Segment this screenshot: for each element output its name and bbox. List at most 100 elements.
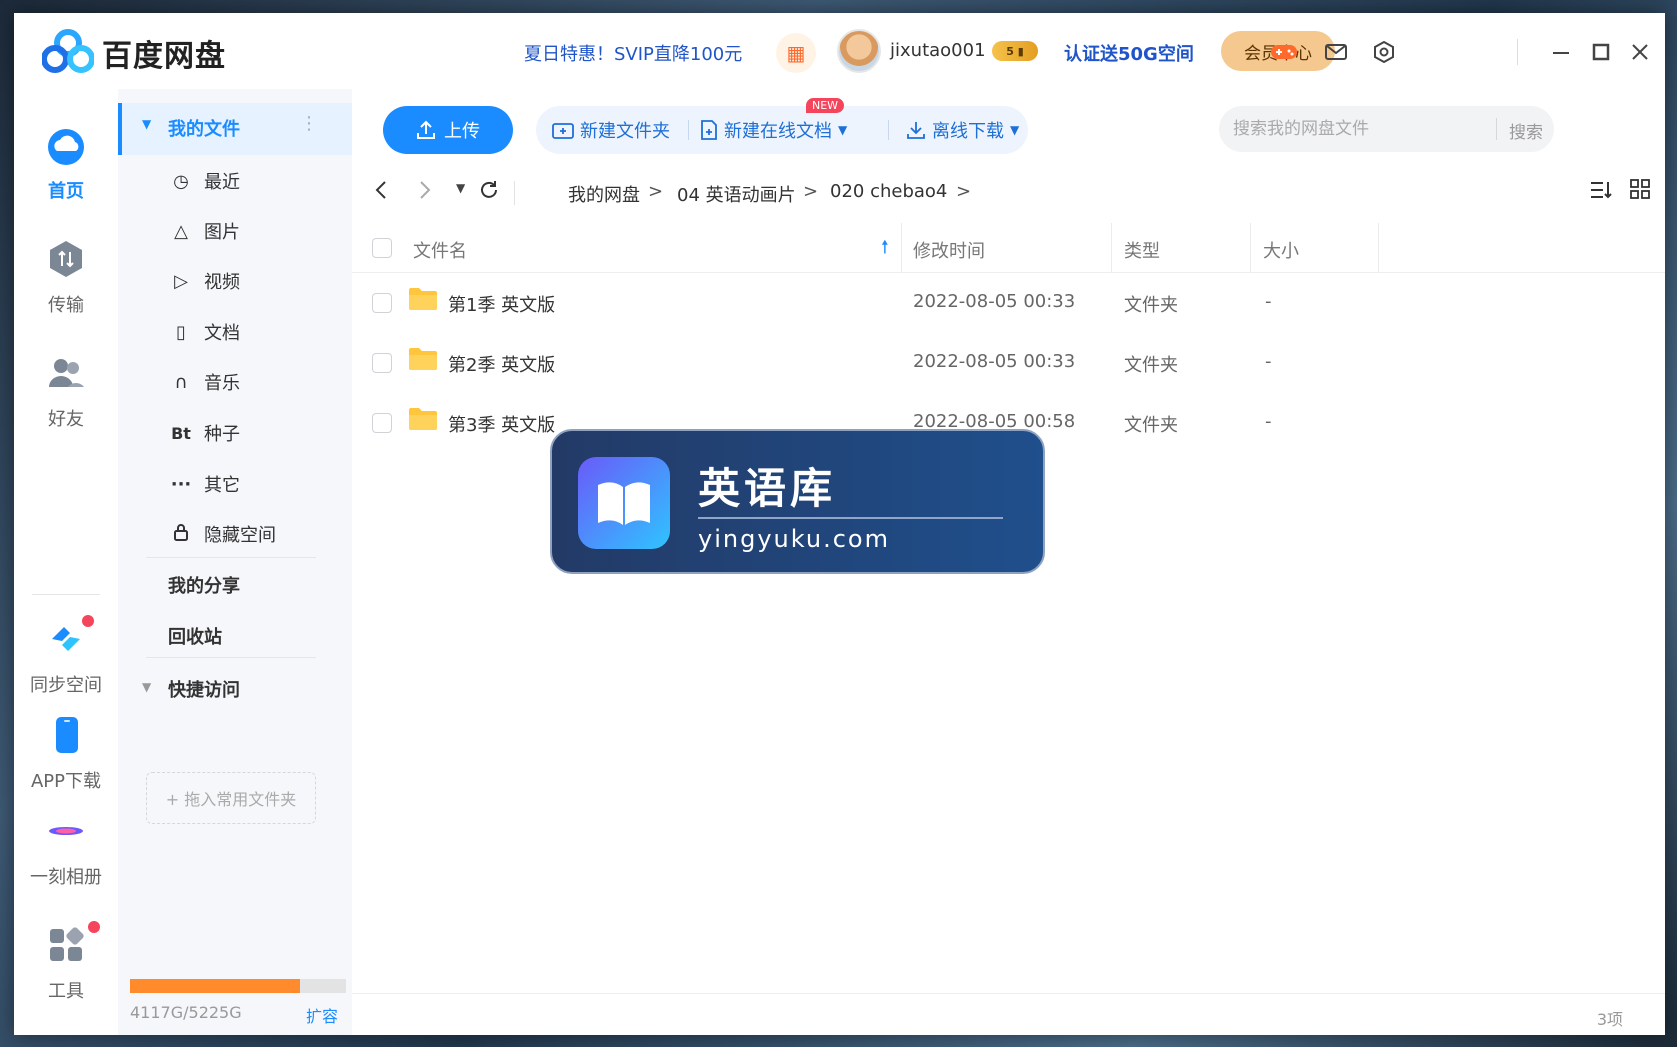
refresh-icon[interactable] [478, 179, 500, 207]
sidebar-item-recycle-bin[interactable]: 回收站 [168, 623, 222, 649]
minimize-icon[interactable] [1546, 37, 1576, 67]
rail-item-transfer[interactable]: 传输 [14, 239, 118, 317]
table-row[interactable]: 第1季 英文版 2022-08-05 00:33 文件夹 - [352, 273, 1665, 333]
breadcrumb-separator: > [803, 181, 819, 202]
username[interactable]: jixutao001 [890, 40, 986, 61]
tools-icon [50, 927, 84, 961]
column-header-size[interactable]: 大小 [1263, 237, 1299, 263]
gamepad-icon[interactable] [1269, 37, 1299, 67]
sidebar-item-videos[interactable]: ▷ 视频 [118, 256, 352, 306]
more-options-icon[interactable]: ⋮ [300, 113, 318, 134]
row-checkbox[interactable] [372, 353, 392, 373]
chevron-down-icon: ▼ [838, 123, 848, 137]
verify-promo-link[interactable]: 认证送50G空间 [1064, 40, 1194, 66]
rail-label-transfer: 传输 [48, 295, 84, 316]
forward-icon[interactable] [418, 179, 432, 207]
breadcrumb-item[interactable]: 04 英语动画片 [677, 181, 796, 207]
more-icon: ··· [170, 473, 192, 495]
back-icon[interactable] [374, 179, 388, 207]
column-divider[interactable] [1250, 223, 1251, 273]
download-icon [907, 122, 925, 139]
table-row[interactable]: 第2季 英文版 2022-08-05 00:33 文件夹 - [352, 333, 1665, 393]
row-checkbox[interactable] [372, 413, 392, 433]
search-button[interactable]: 搜索 [1509, 118, 1543, 143]
column-divider[interactable] [1111, 223, 1112, 273]
sort-list-icon[interactable] [1589, 179, 1613, 207]
sidebar-item-others[interactable]: ··· 其它 [118, 459, 352, 509]
grid-view-icon[interactable] [1630, 179, 1650, 205]
new-online-doc-button[interactable]: 新建在线文档 ▼ [700, 106, 847, 154]
upload-button[interactable]: 上传 [383, 106, 513, 154]
storage-quota-fill [130, 979, 301, 993]
new-folder-button[interactable]: 新建文件夹 [552, 106, 670, 154]
new-badge: NEW [806, 98, 845, 113]
vip-badge: 5 ▮ [992, 41, 1038, 61]
titlebar-divider [1517, 39, 1518, 65]
headphones-icon: ∩ [174, 371, 188, 393]
sidebar-item-documents[interactable]: ▯ 文档 [118, 307, 352, 357]
drop-folder-zone[interactable]: + 拖入常用文件夹 [146, 772, 316, 824]
settings-icon[interactable] [1369, 37, 1399, 67]
baidu-netdisk-logo [42, 29, 94, 73]
search-input[interactable] [1233, 116, 1483, 142]
sidebar-item-music[interactable]: ∩ 音乐 [118, 357, 352, 407]
mail-icon[interactable] [1321, 37, 1351, 67]
sidebar-item-images[interactable]: △ 图片 [118, 206, 352, 256]
sidebar-item-recent[interactable]: ◷ 最近 [118, 156, 352, 206]
file-name[interactable]: 第1季 英文版 [448, 291, 555, 317]
offline-download-label: 离线下载 [932, 121, 1004, 142]
rail-item-friends[interactable]: 好友 [14, 353, 118, 431]
file-name[interactable]: 第2季 英文版 [448, 351, 555, 377]
search-box: 搜索 [1219, 106, 1554, 152]
file-name[interactable]: 第3季 英文版 [448, 411, 555, 437]
sidebar-item-torrents[interactable]: Bt 种子 [118, 408, 352, 458]
column-divider[interactable] [1378, 223, 1379, 273]
folder-icon [409, 348, 437, 370]
app-title: 百度网盘 [102, 39, 226, 74]
breadcrumb-item[interactable]: 我的网盘 [568, 181, 640, 207]
sidebar-label: 种子 [204, 424, 240, 445]
column-header-modified[interactable]: 修改时间 [913, 237, 985, 263]
watermark-banner: 英语库 yingyuku.com [550, 429, 1045, 574]
sidebar-label: 隐藏空间 [204, 525, 276, 546]
gift-icon[interactable]: ▦ [776, 33, 816, 73]
rail-label-tools: 工具 [48, 981, 84, 1002]
rail-label-friends: 好友 [48, 409, 84, 430]
file-size: - [1265, 291, 1272, 312]
rail-label-album: 一刻相册 [30, 867, 102, 888]
column-header-type[interactable]: 类型 [1124, 237, 1160, 263]
search-divider [1496, 118, 1497, 140]
sidebar-item-hidden-space[interactable]: 隐藏空间 [118, 509, 352, 559]
column-header-name[interactable]: 文件名 [413, 237, 467, 263]
maximize-icon[interactable] [1586, 37, 1616, 67]
sidebar-label: 文档 [204, 323, 240, 344]
toolbar-divider [888, 120, 889, 140]
column-divider[interactable] [901, 223, 902, 273]
sort-ascending-icon[interactable]: 🠕 [881, 235, 889, 265]
sidebar-item-my-files[interactable]: ▼ 我的文件 ⋮ [118, 103, 352, 155]
collapse-arrow-icon[interactable]: ▼ [142, 680, 151, 694]
history-dropdown-icon[interactable]: ▼ [456, 181, 465, 195]
select-all-checkbox[interactable] [372, 238, 392, 258]
file-type: 文件夹 [1124, 415, 1178, 436]
row-checkbox[interactable] [372, 293, 392, 313]
divider [146, 657, 316, 658]
rail-item-sync-space[interactable]: 同步空间 [14, 615, 118, 697]
rail-item-tools[interactable]: 工具 [14, 921, 118, 1003]
breadcrumb-separator: > [648, 181, 664, 202]
collapse-arrow-icon[interactable]: ▼ [142, 117, 151, 131]
svip-promo-link[interactable]: 夏日特惠！SVIP直降100元 [524, 40, 742, 66]
offline-download-button[interactable]: 离线下载 ▼ [906, 106, 1019, 154]
sidebar-item-my-share[interactable]: 我的分享 [168, 572, 240, 598]
expand-storage-link[interactable]: 扩容 [306, 1003, 338, 1027]
rail-item-home[interactable]: 首页 [14, 125, 118, 203]
app-window: 百度网盘 夏日特惠！SVIP直降100元 ▦ jixutao001 5 ▮ 认证… [14, 13, 1665, 1035]
image-icon: △ [174, 220, 188, 242]
rail-item-album[interactable]: 一刻相册 [14, 811, 118, 889]
close-icon[interactable] [1625, 37, 1655, 67]
rail-item-app-download[interactable]: APP下载 [14, 715, 118, 793]
document-icon: ▯ [176, 321, 186, 343]
breadcrumb-item[interactable]: 020 chebao4 [830, 181, 947, 202]
avatar[interactable] [837, 29, 881, 73]
sidebar-item-quick-access[interactable]: 快捷访问 [168, 676, 240, 702]
